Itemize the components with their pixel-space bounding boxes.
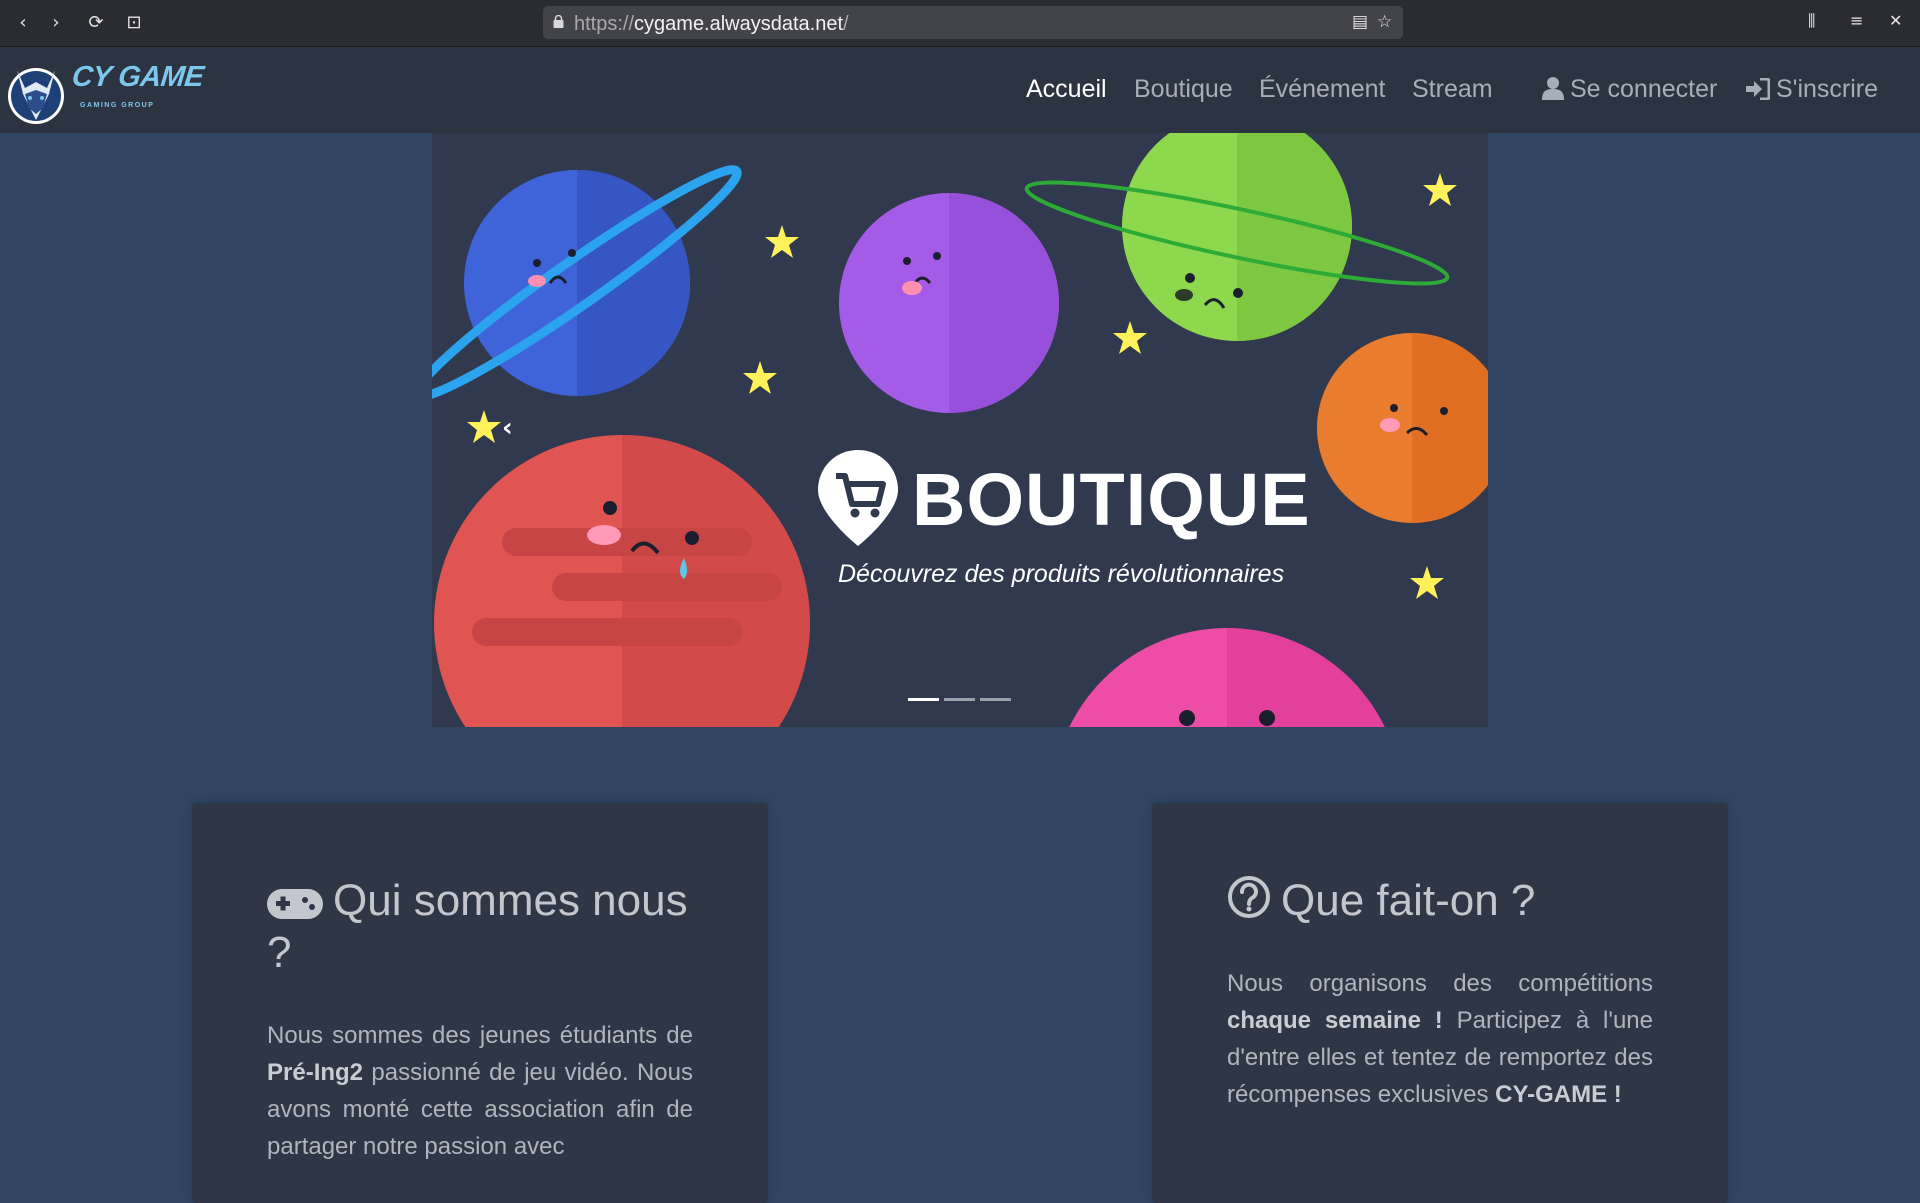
carousel-prev-icon[interactable]: ‹ <box>502 413 513 443</box>
banner-subtitle: Découvrez des produits révolutionnaires <box>838 560 1285 588</box>
login-link[interactable]: Se connecter <box>1542 75 1717 104</box>
browser-toolbar: ‹ › ⟳ ⊡ https://cygame.alwaysdata.net/ ▤… <box>0 0 1920 47</box>
brand-subtitle: GAMING GROUP <box>80 102 155 109</box>
hero-carousel[interactable]: BOUTIQUE Découvrez des produits révoluti… <box>432 133 1488 727</box>
menu-icon[interactable]: ≡ <box>1850 11 1863 30</box>
nav-evenement[interactable]: Événement <box>1259 75 1385 104</box>
carousel-indicators <box>908 688 1016 706</box>
screenshot-icon[interactable]: ⊡ <box>121 10 147 36</box>
sign-in-icon <box>1746 77 1771 101</box>
login-label: Se connecter <box>1570 75 1718 103</box>
reader-icon[interactable]: ▤ <box>1352 12 1368 32</box>
what-card: Que fait-on ? Nous organisons des compét… <box>1152 803 1728 1203</box>
nav-accueil[interactable]: Accueil <box>1026 75 1107 104</box>
back-icon[interactable]: ‹ <box>10 10 36 36</box>
nav-boutique[interactable]: Boutique <box>1134 75 1233 104</box>
bookmark-star-icon[interactable]: ☆ <box>1377 12 1392 32</box>
close-icon[interactable]: ✕ <box>1889 11 1902 30</box>
about-card-title: Qui sommes nous ? <box>267 876 688 977</box>
register-link[interactable]: S'inscrire <box>1746 75 1878 104</box>
forward-icon[interactable]: › <box>43 10 69 36</box>
carousel-indicator-3[interactable] <box>980 698 1011 701</box>
what-card-text: Nous organisons des compétitions chaque … <box>1227 970 1653 1108</box>
what-card-title: Que fait-on ? <box>1227 875 1653 927</box>
banner-title: BOUTIQUE <box>912 458 1311 541</box>
question-circle-icon <box>1228 876 1270 918</box>
carousel-indicator-2[interactable] <box>944 698 975 701</box>
planets-illustration <box>432 133 1488 727</box>
brand-name[interactable]: CY GAME <box>70 61 205 94</box>
register-label: S'inscrire <box>1776 75 1879 103</box>
about-card: Qui sommes nous ? Nous sommes des jeunes… <box>192 803 768 1203</box>
lock-icon <box>553 15 564 28</box>
about-card-text: Nous sommes des jeunes étudiants de Pré-… <box>267 1022 693 1160</box>
wolf-logo[interactable] <box>5 54 71 126</box>
gamepad-icon <box>267 889 323 919</box>
user-icon <box>1542 77 1564 100</box>
address-bar[interactable]: https://cygame.alwaysdata.net/ ▤ ☆ <box>543 6 1403 39</box>
nav-stream[interactable]: Stream <box>1412 75 1493 104</box>
carousel-indicator-1[interactable] <box>908 698 939 701</box>
reload-icon[interactable]: ⟳ <box>83 10 109 36</box>
shopping-cart-icon <box>818 450 898 546</box>
url-text[interactable]: https://cygame.alwaysdata.net/ <box>574 13 849 36</box>
library-icon[interactable]: ⫼ <box>1808 11 1815 31</box>
site-navbar: CY GAME GAMING GROUP Accueil Boutique Év… <box>0 47 1920 133</box>
